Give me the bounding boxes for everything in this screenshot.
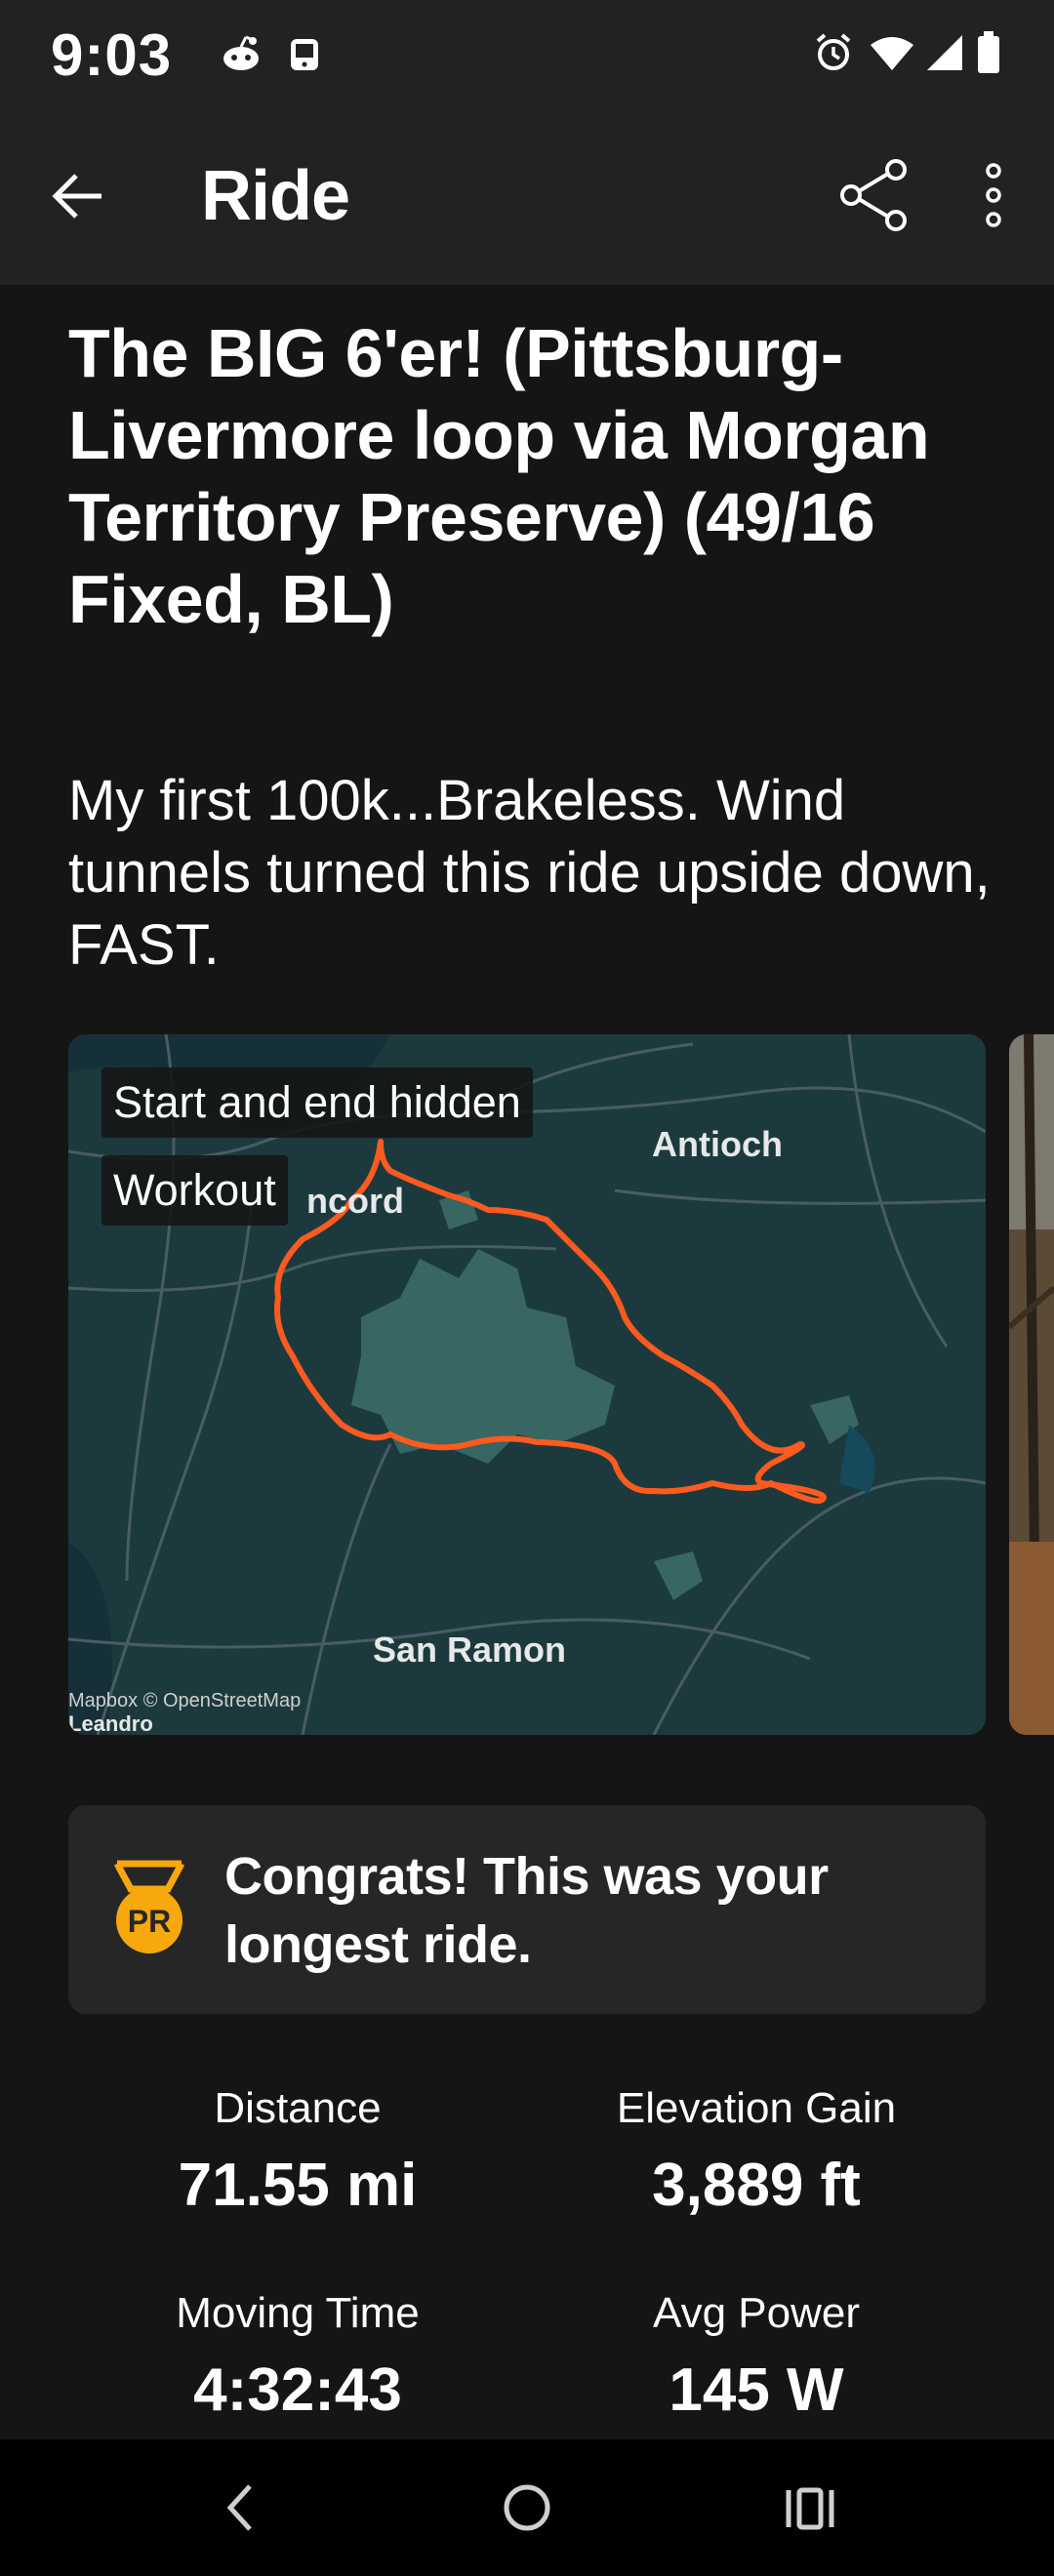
battery-icon — [978, 31, 999, 73]
page-title: Ride — [201, 157, 350, 235]
wifi-icon — [871, 37, 913, 70]
map-label-leandro: Leandro — [68, 1711, 153, 1735]
stat-value: 3,889 ft — [652, 2152, 861, 2219]
map-label-san-ramon: San Ramon — [373, 1630, 567, 1670]
map-privacy-tag: Start and end hidden — [101, 1067, 533, 1138]
activity-description: My first 100k...Brakeless. Wind tunnels … — [68, 769, 991, 977]
arrow-left-icon[interactable] — [49, 166, 109, 226]
stat-moving-time: Moving Time 4:32:43 — [68, 2289, 527, 2425]
stat-label: Elevation Gain — [616, 2084, 897, 2132]
recents-icon[interactable] — [783, 2478, 837, 2537]
pr-badge-text: PR — [128, 1904, 171, 1939]
stat-elevation-gain: Elevation Gain 3,889 ft — [527, 2084, 986, 2220]
stat-distance: Distance 71.55 mi — [68, 2084, 527, 2220]
map-label-antioch: Antioch — [652, 1124, 783, 1164]
map-attribution[interactable]: Mapbox © OpenStreetMap — [68, 1690, 301, 1712]
stat-value: 4:32:43 — [193, 2356, 402, 2424]
cell-signal-icon — [927, 35, 962, 70]
alarm-icon — [816, 33, 851, 70]
back-triangle-icon[interactable] — [221, 2478, 260, 2537]
status-time: 9:03 — [51, 22, 173, 88]
system-nav-bar — [0, 2439, 1054, 2576]
reddit-icon — [223, 35, 259, 70]
stat-label: Moving Time — [176, 2289, 420, 2337]
map-workout-tag: Workout — [101, 1155, 288, 1226]
home-circle-icon[interactable] — [502, 2478, 552, 2537]
tablet-icon — [291, 39, 318, 70]
achievement-card[interactable]: PR Congrats! This was your longest ride. — [68, 1805, 986, 2014]
status-bar: 9:03 — [0, 0, 1054, 107]
photo-carousel-next[interactable] — [1009, 1034, 1054, 1735]
share-icon[interactable] — [837, 158, 912, 232]
app-bar: Ride — [0, 107, 1054, 285]
stat-value: 145 W — [669, 2356, 844, 2424]
photo-thumbnail — [1009, 1034, 1054, 1735]
pr-medal-icon: PR — [113, 1860, 185, 1953]
stat-value: 71.55 mi — [178, 2152, 418, 2219]
route-map[interactable]: Start and end hidden Workout Antioch nco… — [68, 1034, 986, 1735]
achievement-text: Congrats! This was your longest ride. — [224, 1847, 829, 1974]
stat-avg-power: Avg Power 145 W — [527, 2289, 986, 2425]
stat-label: Avg Power — [653, 2289, 860, 2337]
more-vertical-icon[interactable] — [976, 161, 1011, 229]
stat-label: Distance — [214, 2084, 382, 2132]
activity-title: The BIG 6'er! (Pittsburg-Livermore loop … — [68, 315, 930, 637]
map-label-concord: ncord — [306, 1181, 405, 1221]
